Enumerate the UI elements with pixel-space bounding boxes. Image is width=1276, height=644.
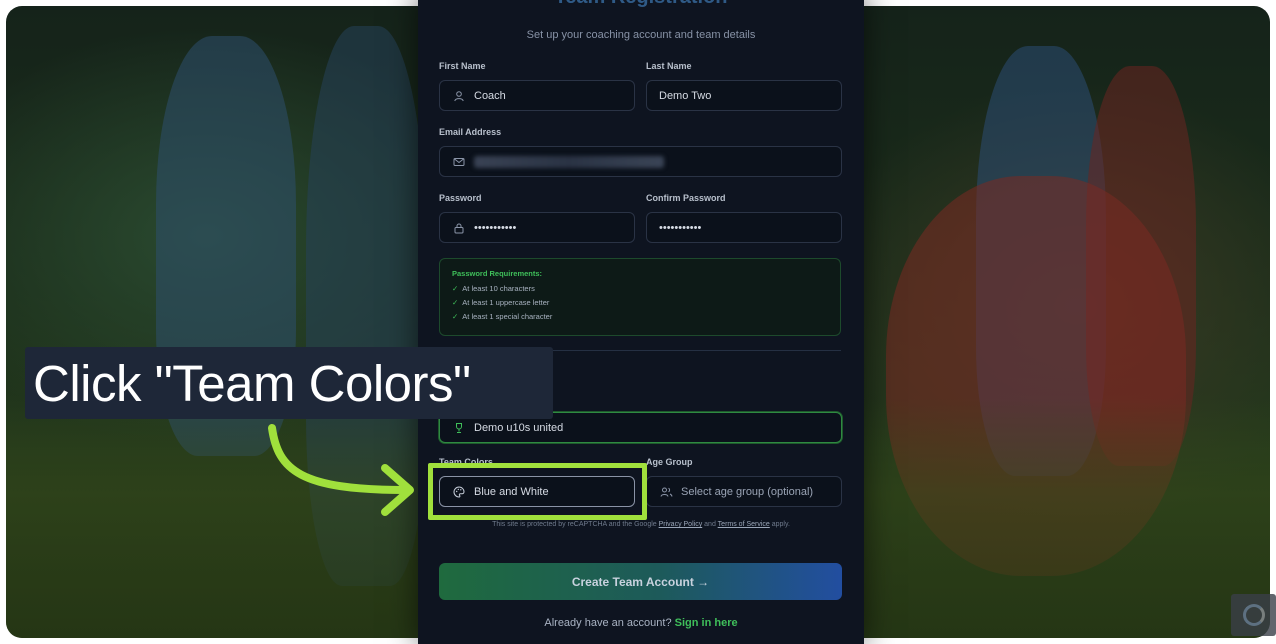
confirm-password-field[interactable]: ••••••••••• <box>646 212 842 243</box>
check-icon: ✓ <box>452 312 459 321</box>
trophy-icon <box>452 421 466 435</box>
confirm-password-label: Confirm Password <box>646 193 726 203</box>
check-icon: ✓ <box>452 298 459 307</box>
terms-of-service-link[interactable]: Terms of Service <box>718 521 770 528</box>
age-group-label: Age Group <box>646 457 693 467</box>
signin-prompt: Already have an account? Sign in here <box>544 617 738 629</box>
page-subtitle: Set up your coaching account and team de… <box>526 29 756 41</box>
sign-in-link[interactable]: Sign in here <box>675 617 738 629</box>
create-team-account-label: Create Team Account → <box>571 574 710 589</box>
mail-icon <box>452 155 466 169</box>
first-name-value: Coach <box>474 89 506 102</box>
requirements-title: Password Requirements: <box>452 269 543 278</box>
recaptcha-notice: This site is protected by reCAPTCHA and … <box>492 521 790 528</box>
instruction-callout: Click "Team Colors" <box>25 347 553 419</box>
privacy-policy-link[interactable]: Privacy Policy <box>659 521 703 528</box>
team-colors-highlight <box>428 463 647 520</box>
team-name-value: Demo u10s united <box>474 421 564 434</box>
first-name-label: First Name <box>439 61 486 71</box>
recaptcha-badge-icon[interactable] <box>1231 594 1276 636</box>
age-group-select[interactable]: Select age group (optional) <box>646 476 842 507</box>
page-title: Team Registration <box>418 0 864 9</box>
password-field[interactable]: ••••••••••• <box>439 212 635 243</box>
password-label: Password <box>439 193 482 203</box>
email-field[interactable] <box>439 146 842 177</box>
lock-icon <box>452 221 466 235</box>
create-team-account-button[interactable]: Create Team Account → <box>439 563 842 600</box>
users-icon <box>659 485 673 499</box>
registration-panel: Team Registration Set up your coaching a… <box>418 0 864 644</box>
last-name-value: Demo Two <box>659 89 712 102</box>
age-group-placeholder: Select age group (optional) <box>681 485 814 498</box>
pointer-arrow-icon <box>268 424 414 516</box>
check-icon: ✓ <box>452 284 459 293</box>
last-name-label: Last Name <box>646 61 692 71</box>
instruction-text: Click "Team Colors" <box>33 354 471 412</box>
password-value: ••••••••••• <box>474 221 517 234</box>
last-name-field[interactable]: Demo Two <box>646 80 842 111</box>
user-icon <box>452 89 466 103</box>
requirement-item: ✓ At least 10 characters <box>452 284 535 293</box>
requirement-item: ✓ At least 1 uppercase letter <box>452 298 550 307</box>
password-requirements: Password Requirements: ✓ At least 10 char… <box>439 258 841 336</box>
email-value-redacted <box>474 155 664 168</box>
confirm-password-value: ••••••••••• <box>659 221 702 234</box>
requirement-item: ✓ At least 1 special character <box>452 312 553 321</box>
first-name-field[interactable]: Coach <box>439 80 635 111</box>
email-label: Email Address <box>439 127 502 137</box>
